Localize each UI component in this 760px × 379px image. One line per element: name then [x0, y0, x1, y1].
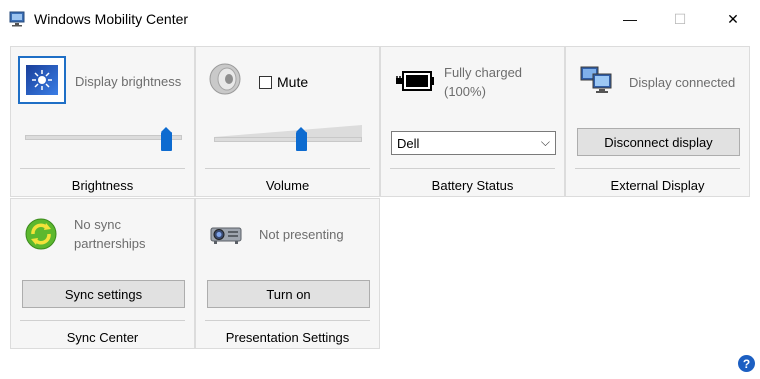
power-plan-value: Dell [397, 136, 420, 151]
tile-title-presentation-settings: Presentation Settings [205, 320, 370, 353]
disconnect-display-button[interactable]: Disconnect display [577, 128, 740, 156]
brightness-slider-thumb[interactable] [161, 127, 172, 151]
presentation-status: Not presenting [259, 227, 344, 242]
projector-icon [210, 227, 242, 244]
title-bar: Windows Mobility Center — ☐ ✕ [0, 0, 760, 38]
sync-settings-button[interactable]: Sync settings [22, 280, 185, 308]
sync-status-line2: partnerships [74, 236, 146, 251]
minimize-button[interactable]: — [607, 0, 653, 38]
help-icon[interactable]: ? [738, 355, 755, 372]
tile-title-sync-center: Sync Center [20, 320, 185, 353]
power-plan-select[interactable]: Dell ⌵ [391, 131, 556, 155]
battery-status-line1: Fully charged [444, 65, 523, 80]
turn-on-button[interactable]: Turn on [207, 280, 370, 308]
volume-slider[interactable] [214, 127, 362, 151]
mute-checkbox[interactable] [259, 76, 272, 89]
tile-title-volume: Volume [205, 168, 370, 201]
sync-status-line1: No sync [74, 217, 121, 232]
monitors-icon [580, 66, 612, 93]
sync-icon [25, 218, 57, 250]
speaker-icon[interactable] [208, 62, 242, 96]
external-display-status: Display connected [629, 75, 736, 90]
maximize-button[interactable]: ☐ [657, 0, 703, 38]
tile-title-brightness: Brightness [20, 168, 185, 201]
brightness-slider-track[interactable] [25, 135, 182, 140]
display-brightness-icon[interactable] [18, 56, 66, 104]
volume-slider-track[interactable] [214, 137, 362, 142]
brightness-status: Display brightness [75, 74, 182, 89]
mute-label: Mute [277, 74, 309, 90]
tile-title-battery: Battery Status [390, 168, 555, 201]
chevron-down-icon: ⌵ [540, 135, 550, 149]
battery-status-line2: (100%) [444, 84, 486, 99]
close-button[interactable]: ✕ [710, 0, 756, 38]
brightness-slider[interactable] [25, 127, 182, 151]
volume-slider-thumb[interactable] [296, 127, 307, 151]
mobility-center-icon [9, 11, 25, 27]
battery-plug-icon [396, 71, 434, 91]
tile-title-external-display: External Display [575, 168, 740, 201]
window-title: Windows Mobility Center [34, 11, 189, 27]
